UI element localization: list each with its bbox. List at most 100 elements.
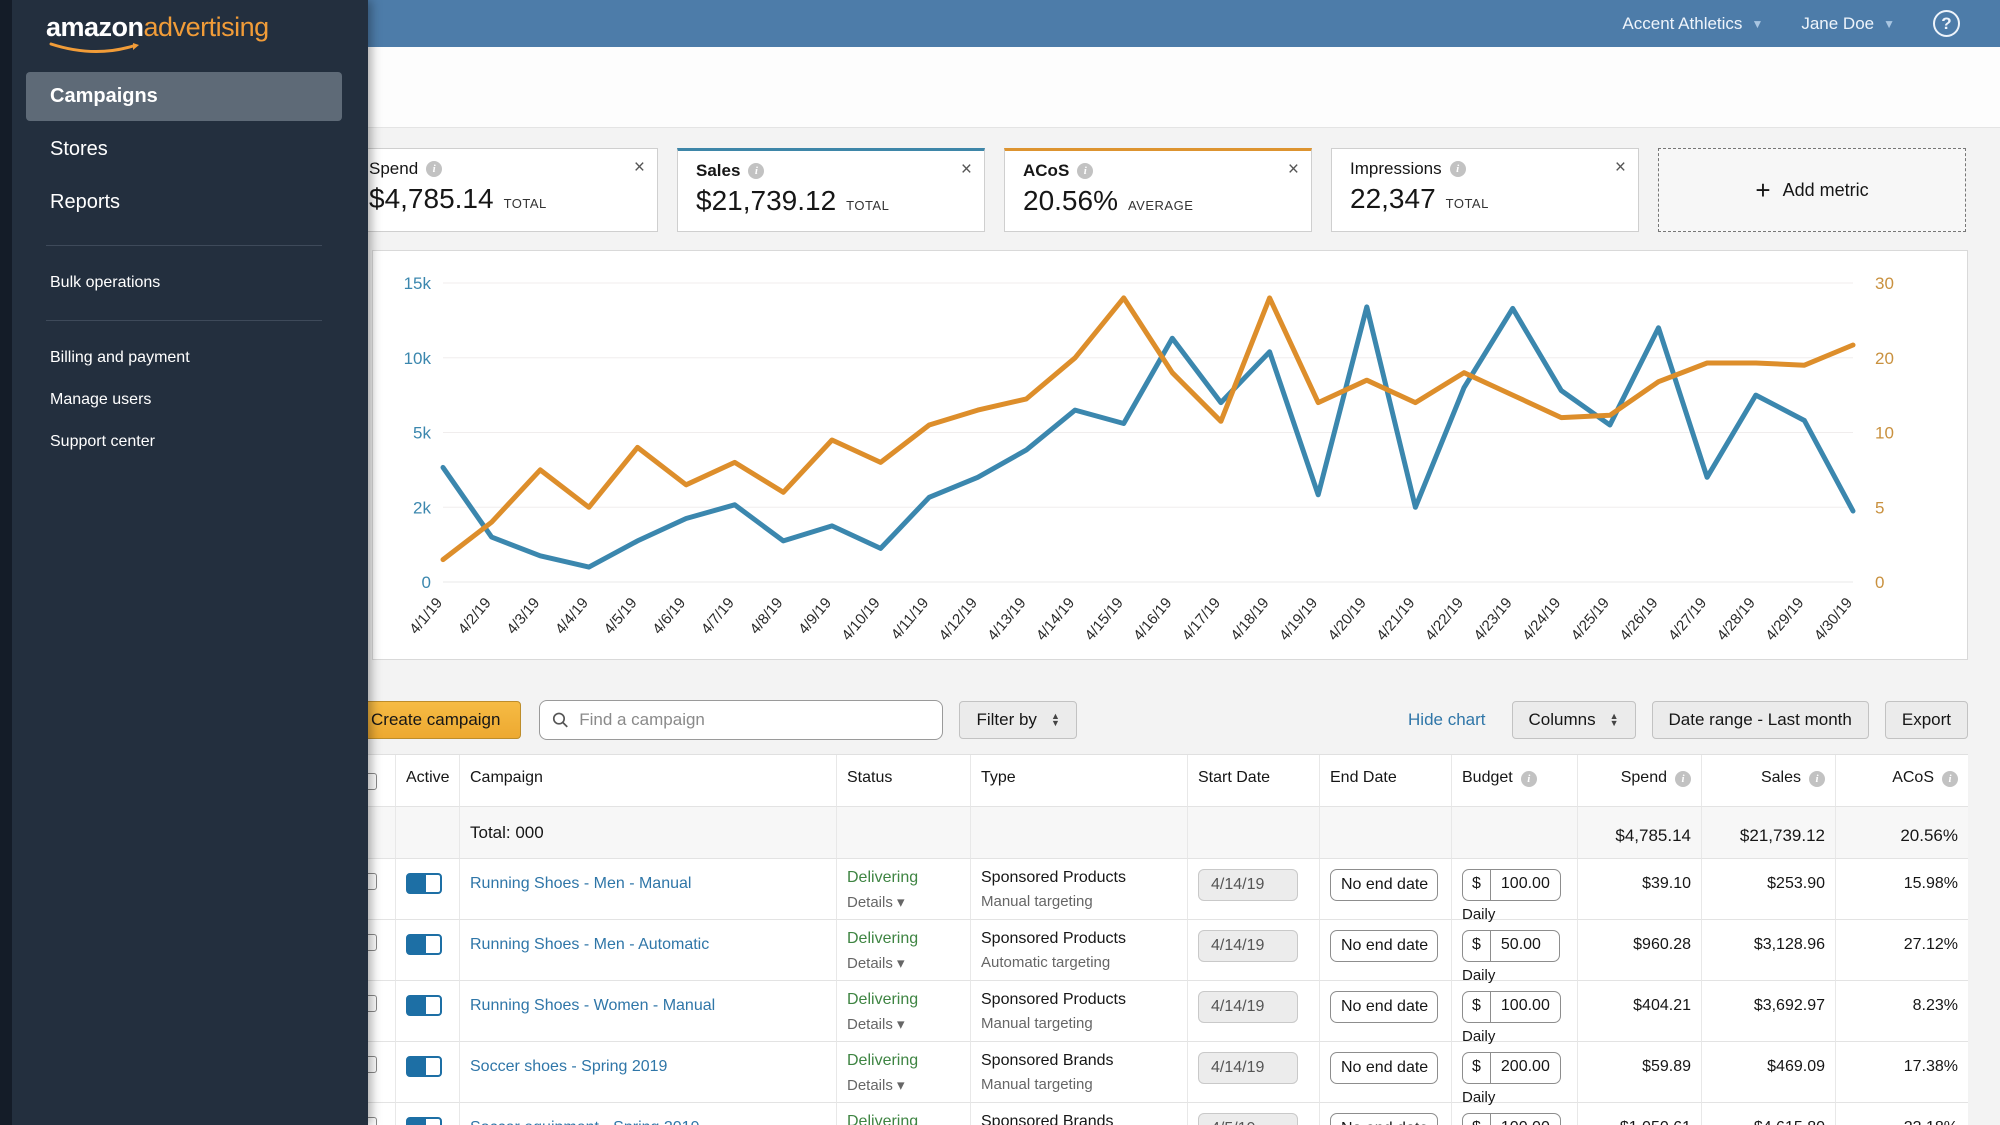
metric-label: Spend	[369, 159, 419, 178]
left-axis-tick-label: 5k	[413, 424, 431, 443]
plus-icon: +	[1755, 174, 1771, 205]
chevron-down-icon: ▼	[1751, 16, 1764, 31]
status-details-dropdown[interactable]: Details ▾	[847, 954, 960, 972]
type-main: Sponsored Brands	[981, 1113, 1114, 1125]
cell-acos: 27.12%	[1836, 920, 1968, 981]
cell-acos: 15.98%	[1836, 859, 1968, 920]
table-row: Soccer equipment - Spring 2019 Delivering…	[350, 1103, 1968, 1125]
columns-label: Columns	[1528, 710, 1596, 729]
total-cell: Total: 000	[460, 807, 837, 859]
close-icon[interactable]: ×	[961, 159, 972, 181]
budget-input[interactable]: $100.00	[1462, 869, 1561, 901]
metric-card-sales[interactable]: Sales i × $21,739.12 TOTAL	[677, 148, 985, 232]
header-label: ACoS	[1892, 769, 1934, 786]
sidebar-item-campaigns[interactable]: Campaigns	[26, 72, 342, 121]
active-toggle[interactable]	[406, 995, 442, 1016]
type-main: Sponsored Brands	[981, 1052, 1114, 1069]
sidebar-menu: Campaigns Stores Reports Bulk operations Bil…	[0, 68, 368, 465]
add-metric-button[interactable]: + Add metric	[1658, 148, 1966, 232]
end-date-input[interactable]: No end date	[1330, 1113, 1438, 1125]
logo-advertising-text: advertising	[143, 12, 270, 42]
sidebar-item-manage-users[interactable]: Manage users	[26, 381, 342, 419]
campaign-link[interactable]: Running Shoes - Men - Automatic	[470, 930, 709, 954]
status-details-dropdown[interactable]: Details ▾	[847, 1076, 960, 1094]
end-date-input[interactable]: No end date	[1330, 869, 1438, 901]
total-cell: $4,785.14	[1578, 807, 1702, 859]
status-details-dropdown[interactable]: Details ▾	[847, 1015, 960, 1033]
end-date-input[interactable]: No end date	[1330, 991, 1438, 1023]
metric-card-spend[interactable]: Spend i × $4,785.14 TOTAL	[350, 148, 658, 232]
campaigns-table: Active Campaign Status Type Start Date End Da…	[350, 754, 1968, 1125]
cell-end-date: No end date	[1320, 920, 1452, 981]
close-icon[interactable]: ×	[634, 157, 645, 179]
sidebar-item-stores[interactable]: Stores	[26, 125, 342, 174]
active-toggle[interactable]	[406, 1056, 442, 1077]
header-label: Budget	[1462, 769, 1513, 786]
budget-input[interactable]: $100.00	[1462, 1113, 1561, 1125]
budget-input[interactable]: $100.00	[1462, 991, 1561, 1023]
campaign-link[interactable]: Soccer shoes - Spring 2019	[470, 1052, 667, 1076]
cell-budget: $100.00Daily	[1452, 981, 1578, 1045]
cell-status: DeliveringDetails ▾	[837, 1103, 971, 1125]
sidebar-divider	[46, 245, 322, 246]
export-button[interactable]: Export	[1884, 701, 1968, 739]
active-toggle[interactable]	[406, 873, 442, 894]
search-input[interactable]	[579, 710, 931, 730]
sidebar-item-bulk-operations[interactable]: Bulk operations	[26, 264, 342, 302]
metric-label: Impressions	[1350, 159, 1442, 178]
close-icon[interactable]: ×	[1288, 159, 1299, 181]
cell-start-date: 4/14/19	[1188, 981, 1320, 1042]
search-icon	[553, 712, 569, 728]
cell-type: Sponsored Brands Manual targeting	[971, 1042, 1188, 1103]
date-range-button[interactable]: Date range - Last month	[1651, 701, 1869, 739]
x-axis-tick-label: 4/20/19	[1325, 595, 1370, 644]
hide-chart-link[interactable]: Hide chart	[1408, 710, 1485, 730]
columns-dropdown[interactable]: Columns ▲ ▼	[1511, 701, 1636, 739]
metric-card-impressions[interactable]: Impressions i × 22,347 TOTAL	[1331, 148, 1639, 232]
close-icon[interactable]: ×	[1615, 157, 1626, 179]
x-axis-tick-label: 4/27/19	[1665, 595, 1710, 644]
account-menu[interactable]: Accent Athletics ▼	[1622, 14, 1763, 34]
x-axis-tick-label: 4/9/19	[795, 595, 835, 638]
campaign-link[interactable]: Running Shoes - Men - Manual	[470, 869, 691, 893]
active-toggle[interactable]	[406, 934, 442, 955]
cell-status: DeliveringDetails ▾	[837, 1042, 971, 1103]
user-menu[interactable]: Jane Doe ▼	[1801, 14, 1895, 34]
currency-symbol: $	[1463, 992, 1491, 1022]
metric-label-row: ACoS i	[1023, 161, 1295, 181]
cell-type: Sponsored Brands	[971, 1103, 1188, 1125]
campaign-link[interactable]: Running Shoes - Women - Manual	[470, 991, 715, 1015]
x-axis-tick-label: 4/25/19	[1568, 595, 1613, 644]
cell-campaign: Running Shoes - Men - Automatic	[460, 920, 837, 981]
create-campaign-button[interactable]: Create campaign	[350, 701, 522, 739]
table-total-row: Total: 000 $4,785.14 $21,739.12 20.56%	[350, 807, 1968, 859]
total-cell	[1452, 807, 1578, 859]
budget-input[interactable]: $200.00	[1462, 1052, 1561, 1084]
right-axis-tick-label: 20	[1875, 349, 1894, 368]
status-details-dropdown[interactable]: Details ▾	[847, 893, 960, 911]
sidebar-divider	[46, 320, 322, 321]
metric-qualifier: TOTAL	[846, 198, 890, 213]
x-axis-tick-label: 4/18/19	[1227, 595, 1272, 644]
sidebar-item-billing-and-payment[interactable]: Billing and payment	[26, 339, 342, 377]
metric-label-row: Spend i	[369, 159, 641, 179]
sidebar-item-reports[interactable]: Reports	[26, 178, 342, 227]
help-icon[interactable]: ?	[1933, 10, 1960, 37]
metric-card-acos[interactable]: ACoS i × 20.56% AVERAGE	[1004, 148, 1312, 232]
sidebar-item-support-center[interactable]: Support center	[26, 423, 342, 461]
header-cell-type: Type	[971, 755, 1188, 807]
cell-end-date: No end date	[1320, 859, 1452, 920]
end-date-input[interactable]: No end date	[1330, 930, 1438, 962]
x-axis-tick-label: 4/22/19	[1422, 595, 1467, 644]
filter-by-dropdown[interactable]: Filter by ▲ ▼	[959, 701, 1077, 739]
budget-input[interactable]: $50.00	[1462, 930, 1560, 962]
total-cell: $21,739.12	[1702, 807, 1836, 859]
cell-campaign: Soccer shoes - Spring 2019	[460, 1042, 837, 1103]
campaign-link[interactable]: Soccer equipment - Spring 2019	[470, 1113, 699, 1125]
x-axis-tick-label: 4/2/19	[455, 595, 495, 638]
cell-spend: $59.89	[1578, 1042, 1702, 1103]
status-badge: Delivering	[847, 991, 919, 1008]
cell-start-date: 4/5/19	[1188, 1103, 1320, 1125]
active-toggle[interactable]	[406, 1117, 442, 1125]
end-date-input[interactable]: No end date	[1330, 1052, 1438, 1084]
